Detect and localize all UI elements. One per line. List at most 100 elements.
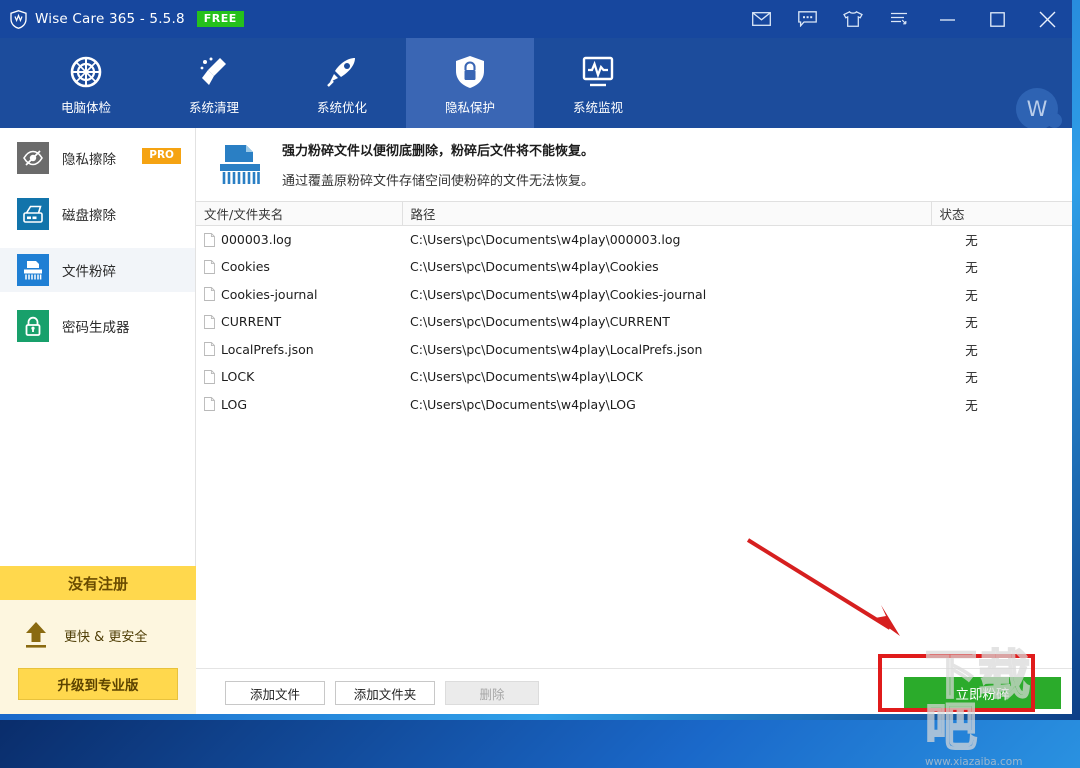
- column-header-path[interactable]: 路径: [402, 201, 932, 226]
- minimize-button[interactable]: [922, 0, 972, 38]
- column-header-name[interactable]: 文件/文件夹名: [196, 201, 403, 226]
- table-row[interactable]: LOCK C:\Users\pc\Documents\w4play\LOCK 无: [196, 363, 1072, 391]
- shred-now-button[interactable]: 立即粉碎: [904, 677, 1061, 709]
- delete-button: 删除: [445, 681, 539, 705]
- tab-label: 系统监视: [572, 99, 623, 115]
- lock-icon: [17, 310, 49, 342]
- title-bar: Wise Care 365 - 5.5.8 FREE: [0, 0, 1072, 38]
- tab-system-cleaner[interactable]: 系统清理: [150, 38, 278, 128]
- file-name-text: LocalPrefs.json: [221, 341, 314, 357]
- mail-icon[interactable]: [738, 0, 784, 38]
- cell-file-path: C:\Users\pc\Documents\w4play\LOCK: [410, 369, 644, 385]
- content-panel: 强力粉碎文件以便彻底删除，粉碎后文件将不能恢复。 通过覆盖原粉碎文件存储空间使粉…: [196, 128, 1072, 714]
- table-row[interactable]: CURRENT C:\Users\pc\Documents\w4play\CURR…: [196, 308, 1072, 336]
- cell-file-path: C:\Users\pc\Documents\w4play\CURRENT: [410, 314, 670, 330]
- cell-file-name: 000003.log: [196, 226, 402, 254]
- file-name-text: LOG: [221, 396, 248, 412]
- file-name-text: Cookies: [221, 259, 270, 275]
- red-arrow-pointer: [746, 538, 900, 636]
- edition-badge: FREE: [196, 11, 244, 27]
- cell-file-name: LOCK: [196, 363, 402, 391]
- file-name-text: Cookies-journal: [221, 286, 318, 302]
- file-list-table: 文件/文件夹名 路径 状态 000003.log C:\Users\pc\Docu…: [196, 201, 1072, 418]
- disk-eraser-icon: [17, 198, 49, 230]
- tab-system-monitor[interactable]: 系统监视: [534, 38, 662, 128]
- cell-file-status: 无: [965, 370, 978, 386]
- cell-file-name: Cookies-journal: [196, 281, 402, 309]
- file-name-text: CURRENT: [221, 314, 282, 330]
- tab-label: 隐私保护: [444, 99, 495, 115]
- cell-file-path: C:\Users\pc\Documents\w4play\LocalPrefs.…: [410, 341, 703, 357]
- feature-description: 强力粉碎文件以便彻底删除，粉碎后文件将不能恢复。 通过覆盖原粉碎文件存储空间使粉…: [196, 128, 1072, 201]
- file-icon: [204, 342, 215, 357]
- rocket-icon: [324, 51, 360, 93]
- sidebar-item-privacy-eraser[interactable]: 隐私擦除 PRO: [0, 136, 195, 180]
- cell-file-status: 无: [965, 287, 978, 303]
- table-row[interactable]: Cookies-journal C:\Users\pc\Documents\w4p…: [196, 281, 1072, 309]
- feedback-icon[interactable]: [784, 0, 830, 38]
- cell-file-path: C:\Users\pc\Documents\w4play\Cookies: [410, 259, 659, 275]
- description-line-1: 强力粉碎文件以便彻底删除，粉碎后文件将不能恢复。: [282, 144, 595, 159]
- file-icon: [204, 314, 215, 329]
- registration-status: 没有注册: [0, 566, 196, 600]
- shield-logo-icon: [10, 9, 27, 29]
- sidebar-item-label: 文件粉碎: [62, 264, 116, 280]
- table-header-row: 文件/文件夹名 路径 状态: [196, 201, 1072, 226]
- upgrade-to-pro-button[interactable]: 升级到专业版: [18, 668, 178, 700]
- watermark-url: www.xiazaiba.com: [925, 756, 1023, 768]
- tab-pc-checkup[interactable]: 电脑体检: [22, 38, 150, 128]
- sidebar-item-disk-eraser[interactable]: 磁盘擦除: [0, 192, 195, 236]
- cell-file-name: Cookies: [196, 253, 402, 281]
- footer-toolbar: 添加文件 添加文件夹 删除 立即粉碎: [196, 668, 1072, 714]
- table-row[interactable]: Cookies C:\Users\pc\Documents\w4play\Cook…: [196, 253, 1072, 281]
- tab-label: 电脑体检: [60, 99, 111, 115]
- tab-privacy-protector[interactable]: 隐私保护: [406, 38, 534, 128]
- sidebar-item-file-shredder[interactable]: 文件粉碎: [0, 248, 195, 292]
- shredder-large-icon: [216, 141, 264, 189]
- file-icon: [204, 259, 215, 274]
- add-folder-button[interactable]: 添加文件夹: [335, 681, 435, 705]
- file-icon: [204, 369, 215, 384]
- tab-label: 系统优化: [316, 99, 367, 115]
- description-line-2: 通过覆盖原粉碎文件存储空间使粉碎的文件无法恢复。: [282, 174, 595, 189]
- file-name-text: 000003.log: [221, 232, 292, 247]
- window-controls: [738, 0, 1072, 38]
- tab-system-tuneup[interactable]: 系统优化: [278, 38, 406, 128]
- upgrade-panel: 没有注册 更快 & 更安全 升级到专业版: [0, 566, 196, 714]
- file-list-body: 000003.log C:\Users\pc\Documents\w4play\0…: [196, 226, 1072, 419]
- cell-file-name: LOG: [196, 391, 402, 419]
- main-navigation: 电脑体检 系统清理 系统优化 隐私保护 系统监视 W: [0, 38, 1072, 130]
- cell-file-path: C:\Users\pc\Documents\w4play\000003.log: [410, 232, 681, 247]
- sidebar-item-label: 隐私擦除: [62, 152, 116, 168]
- maximize-button[interactable]: [972, 0, 1022, 38]
- cell-file-status: 无: [965, 233, 978, 248]
- cell-file-status: 无: [965, 397, 978, 413]
- menu-icon[interactable]: [876, 0, 922, 38]
- cell-file-status: 无: [965, 342, 978, 358]
- monitor-icon: [580, 51, 616, 93]
- skin-icon[interactable]: [830, 0, 876, 38]
- checkup-icon: [68, 51, 104, 93]
- table-row[interactable]: LocalPrefs.json C:\Users\pc\Documents\w4p…: [196, 336, 1072, 364]
- close-button[interactable]: [1022, 0, 1072, 38]
- window-title: Wise Care 365 - 5.5.8: [35, 11, 185, 27]
- cell-file-path: C:\Users\pc\Documents\w4play\Cookies-jou…: [410, 286, 707, 302]
- cell-file-name: LocalPrefs.json: [196, 336, 402, 364]
- avatar-letter: W: [1026, 97, 1048, 121]
- upgrade-tagline: 更快 & 更安全: [64, 629, 148, 645]
- sidebar-item-label: 磁盘擦除: [62, 208, 116, 224]
- add-file-button[interactable]: 添加文件: [225, 681, 325, 705]
- upload-arrow-icon: [22, 620, 50, 650]
- cell-file-path: C:\Users\pc\Documents\w4play\LOG: [410, 396, 636, 412]
- avatar[interactable]: W: [1016, 88, 1062, 130]
- column-header-status[interactable]: 状态: [931, 201, 1072, 226]
- cell-file-name: CURRENT: [196, 308, 402, 336]
- table-row[interactable]: LOG C:\Users\pc\Documents\w4play\LOG 无: [196, 391, 1072, 419]
- sidebar-item-label: 密码生成器: [62, 320, 130, 336]
- table-row[interactable]: 000003.log C:\Users\pc\Documents\w4play\0…: [196, 226, 1072, 254]
- file-icon: [204, 232, 215, 247]
- tab-label: 系统清理: [188, 99, 239, 115]
- sidebar-item-password-generator[interactable]: 密码生成器: [0, 304, 195, 348]
- file-name-text: LOCK: [221, 369, 255, 385]
- sidebar: 隐私擦除 PRO 磁盘擦除 文件粉碎 密码生成器 没有注册 更快 & 更安全 升…: [0, 128, 196, 714]
